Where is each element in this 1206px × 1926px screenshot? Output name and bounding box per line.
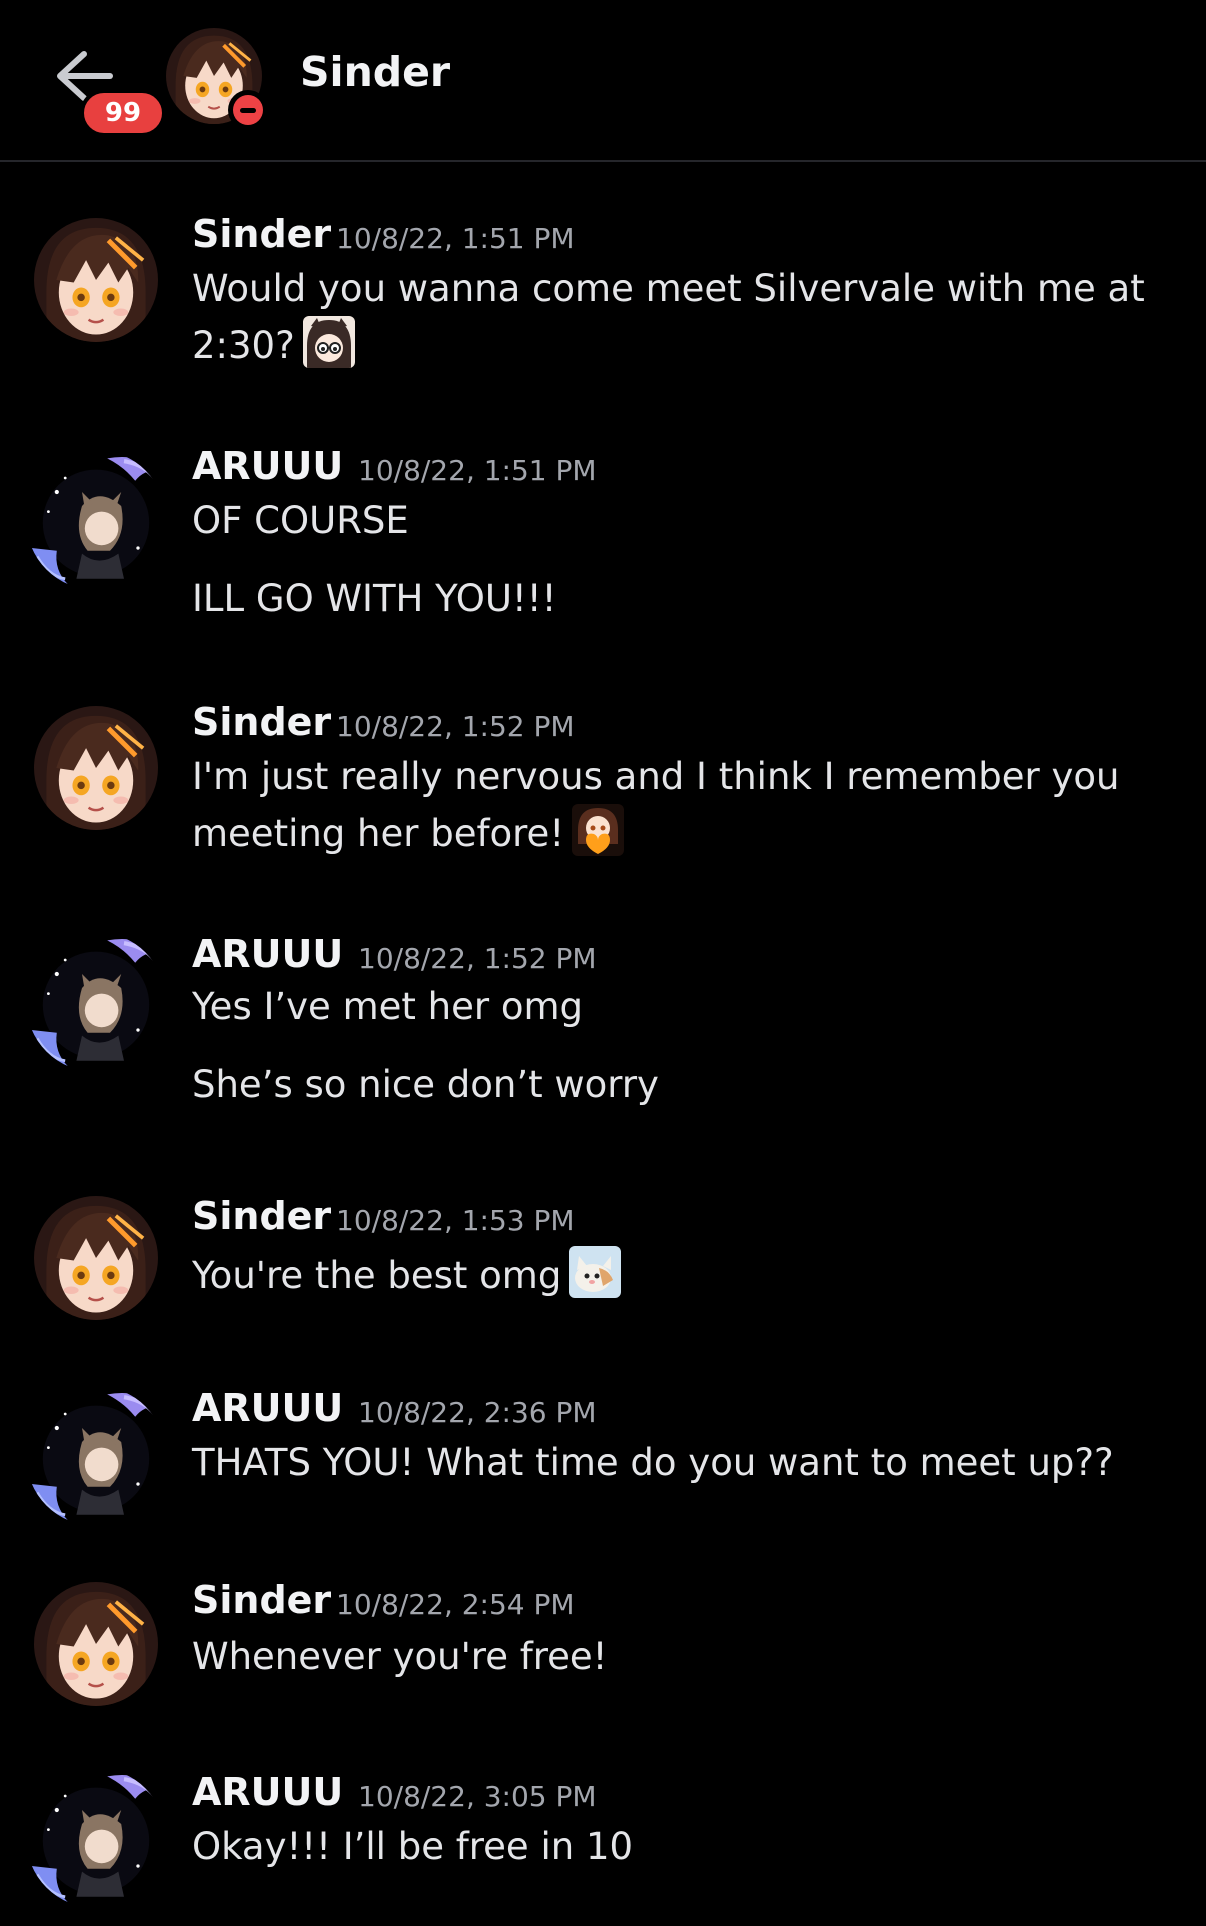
message-timestamp: 10/8/22, 1:52 PM <box>358 942 597 975</box>
avatar[interactable] <box>26 1386 166 1526</box>
message-author[interactable]: ARUUU <box>192 932 343 976</box>
avatar[interactable] <box>34 706 158 830</box>
message-text: THATS YOU! What time do you want to meet… <box>192 1441 1114 1484</box>
message-timestamp: 10/8/22, 1:51 PM <box>358 454 597 487</box>
heart-girl-emoji-icon <box>572 804 625 856</box>
message-text: OF COURSE <box>192 499 409 542</box>
message-text: ILL GO WITH YOU!!! <box>192 577 557 620</box>
message-text: You're the best omg <box>192 1246 622 1303</box>
cat-emoji-icon <box>569 1246 622 1298</box>
message-author[interactable]: Sinder <box>192 212 331 256</box>
message-timestamp: 10/8/22, 1:52 PM <box>336 710 575 743</box>
avatar[interactable] <box>26 450 166 590</box>
message-timestamp: 10/8/22, 3:05 PM <box>358 1780 597 1813</box>
message-text: She’s so nice don’t worry <box>192 1063 659 1106</box>
message-text: 2:30? <box>192 316 355 373</box>
message-author[interactable]: ARUUU <box>192 1770 343 1814</box>
page-title[interactable]: Sinder <box>300 48 450 96</box>
chat-header: 99 Sinder <box>0 0 1206 162</box>
message-text: Whenever you're free! <box>192 1635 608 1678</box>
message-author[interactable]: ARUUU <box>192 1386 343 1430</box>
anime-girl-emoji-icon <box>302 316 355 368</box>
message-author[interactable]: Sinder <box>192 1578 331 1622</box>
avatar[interactable] <box>34 1582 158 1706</box>
message-timestamp: 10/8/22, 1:53 PM <box>336 1204 575 1237</box>
message-timestamp: 10/8/22, 1:51 PM <box>336 222 575 255</box>
unread-badge: 99 <box>80 89 166 137</box>
message-text: Would you wanna come meet Silvervale wit… <box>192 267 1145 310</box>
message-timestamp: 10/8/22, 2:36 PM <box>358 1396 597 1429</box>
avatar[interactable] <box>26 1768 166 1908</box>
avatar[interactable] <box>34 218 158 342</box>
message-author[interactable]: Sinder <box>192 1194 331 1238</box>
message-timestamp: 10/8/22, 2:54 PM <box>336 1588 575 1621</box>
message-author[interactable]: Sinder <box>192 700 331 744</box>
message-text: Yes I’ve met her omg <box>192 985 584 1028</box>
avatar[interactable] <box>26 932 166 1072</box>
dnd-status-icon <box>228 90 268 130</box>
message-text: Okay!!! I’ll be free in 10 <box>192 1825 634 1868</box>
message-text: I'm just really nervous and I think I re… <box>192 755 1120 798</box>
avatar[interactable] <box>34 1196 158 1320</box>
message-text: meeting her before! <box>192 804 625 861</box>
message-author[interactable]: ARUUU <box>192 444 343 488</box>
